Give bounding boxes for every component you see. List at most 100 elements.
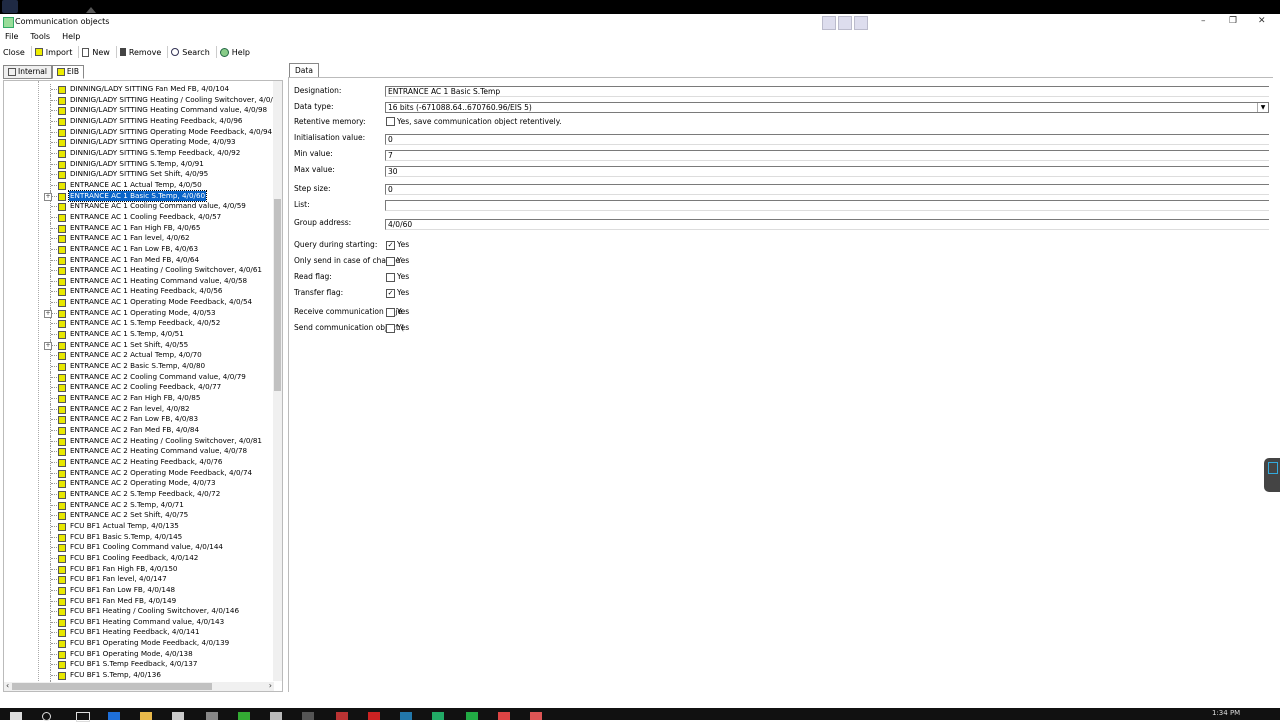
tree-item[interactable]: DINNIG/LADY SITTING S.Temp, 4/0/91 xyxy=(4,158,274,170)
tree-item[interactable]: ENTRANCE AC 1 Fan Low FB, 4/0/63 xyxy=(4,243,274,255)
tree-horizontal-scrollbar[interactable]: ‹ › xyxy=(4,681,274,691)
tree-item[interactable]: ENTRANCE AC 1 Heating / Cooling Switchov… xyxy=(4,265,274,276)
mail-icon[interactable] xyxy=(206,712,218,720)
tree-item[interactable]: + ENTRANCE AC 1 Set Shift, 4/0/55 xyxy=(4,339,274,351)
app-icon-7[interactable] xyxy=(432,712,444,720)
new-button[interactable]: New xyxy=(79,46,117,58)
tree-item[interactable]: FCU BF1 Actual Temp, 4/0/135 xyxy=(4,520,274,532)
tree-item[interactable]: FCU BF1 Cooling Command value, 4/0/144 xyxy=(4,542,274,553)
expand-icon[interactable]: + xyxy=(44,341,52,350)
app-icon[interactable] xyxy=(2,0,18,13)
menu-file[interactable]: File xyxy=(5,30,18,43)
list-field[interactable] xyxy=(385,200,1269,211)
flag-checkbox[interactable] xyxy=(386,324,395,333)
grid-icon[interactable] xyxy=(822,16,836,30)
tree-item[interactable]: ENTRANCE AC 2 Cooling Command value, 4/0… xyxy=(4,371,274,383)
menu-tools[interactable]: Tools xyxy=(30,30,50,43)
tree-item[interactable]: ENTRANCE AC 1 Fan level, 4/0/62 xyxy=(4,233,274,244)
tree-item[interactable]: FCU BF1 Fan Low FB, 4/0/148 xyxy=(4,584,274,596)
tree-item[interactable]: ENTRANCE AC 2 Set Shift, 4/0/75 xyxy=(4,510,274,521)
tree-item[interactable]: FCU BF1 Heating / Cooling Switchover, 4/… xyxy=(4,606,274,617)
scroll-left-icon[interactable]: ‹ xyxy=(6,681,9,690)
tree-item[interactable]: ENTRANCE AC 2 S.Temp, 4/0/71 xyxy=(4,499,274,511)
minimize-button[interactable]: – xyxy=(1201,16,1206,26)
tree-item[interactable]: ENTRANCE AC 2 Operating Mode, 4/0/73 xyxy=(4,478,274,489)
tree-item[interactable]: FCU BF1 Fan Med FB, 4/0/149 xyxy=(4,595,274,607)
tree-item[interactable]: ENTRANCE AC 1 Cooling Command value, 4/0… xyxy=(4,201,274,212)
flag-checkbox[interactable]: ✓ xyxy=(386,289,395,298)
tree-item[interactable]: FCU BF1 Fan High FB, 4/0/150 xyxy=(4,563,274,575)
start-icon[interactable] xyxy=(10,712,22,720)
app-icon-2[interactable] xyxy=(270,712,282,720)
help-button[interactable]: Help xyxy=(217,46,256,58)
chevron-down-icon[interactable] xyxy=(854,16,868,30)
import-button[interactable]: Import xyxy=(32,46,80,58)
tree-item[interactable]: DINNIG/LADY SITTING S.Temp Feedback, 4/0… xyxy=(4,147,274,159)
app-icon-5[interactable] xyxy=(368,712,380,720)
search-button[interactable]: Search xyxy=(168,46,217,58)
tree-item[interactable]: ENTRANCE AC 1 Heating Command value, 4/0… xyxy=(4,275,274,287)
tree-item[interactable]: ENTRANCE AC 2 Basic S.Temp, 4/0/80 xyxy=(4,361,274,372)
app-icon-10[interactable] xyxy=(530,712,542,720)
tree-item[interactable]: ENTRANCE AC 2 Cooling Feedback, 4/0/77 xyxy=(4,382,274,394)
app-icon-6[interactable] xyxy=(400,712,412,720)
task-view-icon[interactable] xyxy=(76,712,90,722)
object-tree[interactable]: DINNING/LADY SITTING Fan Med FB, 4/0/104… xyxy=(3,80,283,692)
tab-eib[interactable]: EIB xyxy=(51,65,85,79)
app-icon-8[interactable] xyxy=(466,712,478,720)
tree-item[interactable]: ENTRANCE AC 1 Fan Med FB, 4/0/64 xyxy=(4,254,274,266)
tree-item[interactable]: ENTRANCE AC 1 Cooling Feedback, 4/0/57 xyxy=(4,211,274,223)
flag-checkbox[interactable] xyxy=(386,308,395,317)
tree-item[interactable]: ENTRANCE AC 1 Actual Temp, 4/0/50 xyxy=(4,179,274,191)
tree-item[interactable]: ENTRANCE AC 1 S.Temp Feedback, 4/0/52 xyxy=(4,318,274,330)
flag-checkbox[interactable] xyxy=(386,257,395,266)
tree-item[interactable]: FCU BF1 Operating Mode, 4/0/138 xyxy=(4,648,274,660)
close-button[interactable]: Close xyxy=(0,46,32,58)
tree-item[interactable]: DINNIG/LADY SITTING Heating / Cooling Sw… xyxy=(4,94,282,106)
expand-icon[interactable]: + xyxy=(44,192,52,201)
chrome-icon[interactable] xyxy=(238,712,250,720)
tree-item[interactable]: FCU BF1 Operating Mode Feedback, 4/0/139 xyxy=(4,638,274,649)
min-field[interactable]: 7 xyxy=(385,150,1269,161)
tree-item[interactable]: ENTRANCE AC 2 Fan level, 4/0/82 xyxy=(4,403,274,415)
datatype-select[interactable]: 16 bits (-671088.64..670760.96/EIS 5) ▼ xyxy=(385,102,1269,113)
tree-item[interactable]: ENTRANCE AC 2 Heating Feedback, 4/0/76 xyxy=(4,456,274,468)
tree-item[interactable]: ENTRANCE AC 2 S.Temp Feedback, 4/0/72 xyxy=(4,488,274,500)
tree-item[interactable]: FCU BF1 Fan level, 4/0/147 xyxy=(4,574,274,585)
tree-item[interactable]: + ENTRANCE AC 1 Operating Mode, 4/0/53 xyxy=(4,307,274,319)
app-icon-9[interactable] xyxy=(498,712,510,720)
step-field[interactable]: 0 xyxy=(385,184,1269,195)
tree-item[interactable]: ENTRANCE AC 2 Fan Low FB, 4/0/83 xyxy=(4,414,274,425)
tree-item[interactable]: FCU BF1 Cooling Feedback, 4/0/142 xyxy=(4,552,274,564)
designation-field[interactable]: ENTRANCE AC 1 Basic S.Temp xyxy=(385,86,1269,97)
tree-item[interactable]: ENTRANCE AC 1 Fan High FB, 4/0/65 xyxy=(4,222,274,234)
edge-icon[interactable] xyxy=(108,712,120,720)
tree-item[interactable]: ENTRANCE AC 2 Heating / Cooling Switchov… xyxy=(4,435,274,447)
expand-icon[interactable]: + xyxy=(44,309,52,318)
app-icon-4[interactable] xyxy=(336,712,348,720)
tree-item[interactable]: FCU BF1 Heating Feedback, 4/0/141 xyxy=(4,627,274,639)
tree-item[interactable]: ENTRANCE AC 2 Operating Mode Feedback, 4… xyxy=(4,467,274,479)
tree-item[interactable]: DINNING/LADY SITTING Fan Med FB, 4/0/104 xyxy=(4,84,274,95)
folder-icon[interactable] xyxy=(140,712,152,720)
scroll-right-icon[interactable]: › xyxy=(269,681,272,690)
tree-item[interactable]: ENTRANCE AC 1 S.Temp, 4/0/51 xyxy=(4,329,274,340)
tab-data[interactable]: Data xyxy=(289,63,319,77)
tree-item[interactable]: FCU BF1 S.Temp, 4/0/136 xyxy=(4,670,274,681)
tree-item[interactable]: DINNIG/LADY SITTING Heating Command valu… xyxy=(4,105,274,116)
flag-checkbox[interactable]: ✓ xyxy=(386,241,395,250)
tree-item[interactable]: DINNIG/LADY SITTING Operating Mode Feedb… xyxy=(4,126,274,138)
tree-vertical-scrollbar[interactable] xyxy=(273,81,282,681)
tree-item[interactable]: ENTRANCE AC 1 Operating Mode Feedback, 4… xyxy=(4,297,274,308)
chevron-down-icon[interactable]: ▼ xyxy=(1257,103,1268,112)
store-icon[interactable] xyxy=(172,712,184,720)
menu-help[interactable]: Help xyxy=(62,30,80,43)
tree-item[interactable]: + ENTRANCE AC 1 Basic S.Temp, 4/0/60 xyxy=(4,189,274,203)
app-icon-3[interactable] xyxy=(302,712,314,720)
tree-item[interactable]: ENTRANCE AC 1 Heating Feedback, 4/0/56 xyxy=(4,286,274,298)
tree-item[interactable]: ENTRANCE AC 2 Heating Command value, 4/0… xyxy=(4,446,274,457)
group-address-field[interactable]: 4/0/60 xyxy=(385,219,1269,230)
maximize-button[interactable]: ❐ xyxy=(1229,16,1237,26)
tree-item[interactable]: FCU BF1 Basic S.Temp, 4/0/145 xyxy=(4,531,274,543)
expand-icon[interactable] xyxy=(838,16,852,30)
